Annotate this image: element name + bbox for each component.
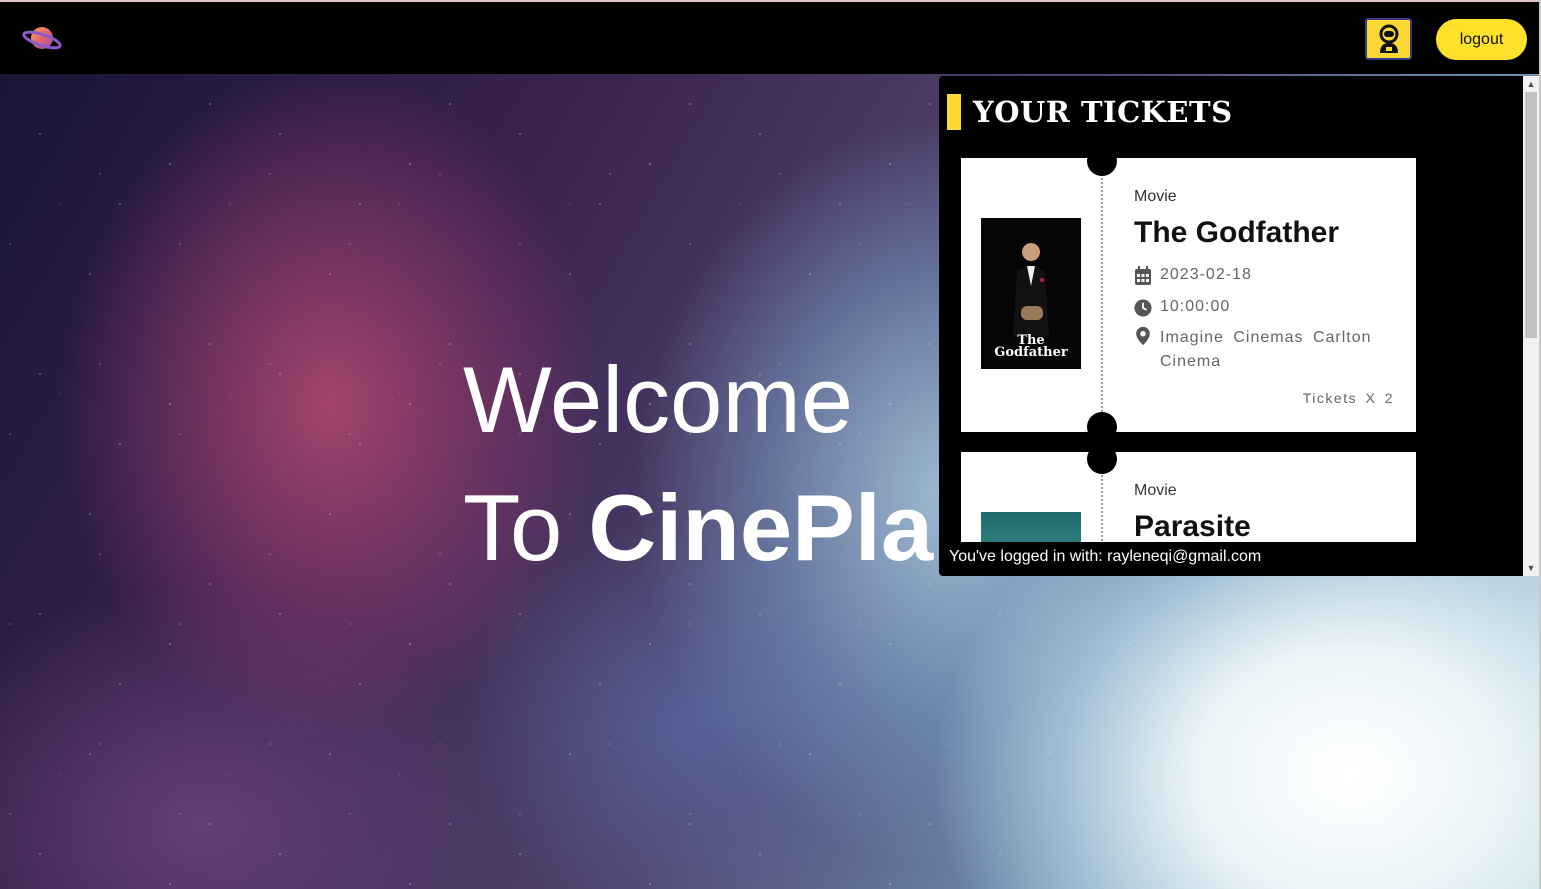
poster-figure: [1013, 243, 1049, 336]
planet-logo-icon[interactable]: [22, 22, 62, 54]
ticket-info: Movie Parasite: [1134, 482, 1404, 542]
scroll-up-arrow-icon[interactable]: ▲: [1523, 76, 1539, 92]
ticket-time: 10:00:00: [1160, 298, 1231, 315]
movie-title: The Godfather: [1134, 216, 1340, 249]
tickets-title: YOUR TICKETS: [973, 95, 1233, 129]
movie-title: Parasite: [1134, 510, 1251, 542]
brand-line: To CinePla: [463, 478, 933, 578]
calendar-icon: [1135, 266, 1151, 285]
welcome-line: Welcome: [463, 347, 854, 452]
navbar: logout: [0, 2, 1541, 74]
brand-prefix: To: [463, 475, 589, 580]
movie-poster: The Godfather: [981, 218, 1081, 369]
tickets-dropdown-panel: YOUR TICKETS The Godfather Movie The God…: [939, 76, 1539, 576]
ticket-info: Movie The Godfather 2023-02-18 10:00:00 …: [1134, 188, 1404, 374]
ticket-time-row: 10:00:00: [1134, 298, 1404, 318]
ticket-type: Movie: [1134, 482, 1177, 499]
profile-button[interactable]: [1365, 18, 1412, 60]
ticket-card[interactable]: Movie Parasite: [961, 444, 1416, 542]
movie-poster: [981, 512, 1081, 542]
scroll-down-arrow-icon[interactable]: ▼: [1523, 560, 1539, 576]
brand-name: CinePla: [588, 475, 934, 580]
location-pin-icon: [1136, 326, 1150, 346]
ticket-count: Tickets X 2: [1302, 390, 1394, 406]
scroll-thumb[interactable]: [1525, 92, 1537, 338]
astronaut-profile-icon: [1379, 24, 1398, 53]
ticket-type: Movie: [1134, 188, 1177, 205]
ticket-notch: [1087, 412, 1117, 442]
ticket-notch: [1087, 158, 1117, 176]
ticket-perforation: [1101, 158, 1103, 432]
poster-caption: The Godfather: [994, 333, 1068, 360]
clock-icon: [1134, 299, 1152, 317]
ticket-location-row: Imagine Cinemas Carlton Cinema: [1134, 326, 1404, 374]
ticket-date-row: 2023-02-18: [1134, 266, 1404, 286]
welcome-heading: Welcome To CinePla: [463, 350, 933, 578]
login-status-text: You've logged in with: rayleneqi@gmail.c…: [949, 548, 1262, 565]
tickets-header: YOUR TICKETS: [947, 94, 1233, 130]
ticket-date: 2023-02-18: [1160, 266, 1252, 283]
ticket-notch: [1087, 444, 1117, 474]
ticket-location: Imagine Cinemas Carlton Cinema: [1160, 329, 1372, 370]
tickets-scrollbar[interactable]: ▲ ▼: [1523, 76, 1539, 576]
ticket-list[interactable]: The Godfather Movie The Godfather 2023-0…: [961, 158, 1416, 542]
ticket-card[interactable]: The Godfather Movie The Godfather 2023-0…: [961, 158, 1416, 442]
header-accent-bar: [947, 94, 961, 130]
logout-button[interactable]: logout: [1436, 19, 1527, 60]
